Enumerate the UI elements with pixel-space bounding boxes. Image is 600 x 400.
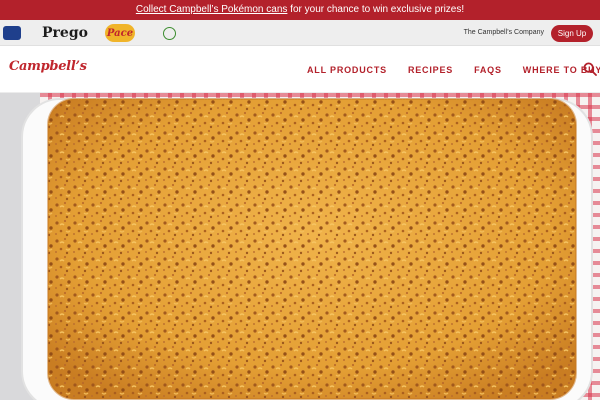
promo-text: for your chance to win exclusive prizes! [287,4,465,15]
nav-faqs[interactable]: FAQS [474,65,502,75]
v8-logo-mark [162,26,176,40]
sign-up-button[interactable]: Sign Up [551,25,593,42]
main-nav: Campbell’s ALL PRODUCTS RECIPES FAQS WHE… [0,46,600,93]
search-icon[interactable] [583,62,597,76]
swanson-logo-mark [3,26,21,40]
hero-image [0,93,600,400]
prego-logo[interactable]: Prego [40,20,90,46]
v8-logo[interactable] [160,20,178,46]
campbells-logo[interactable]: Campbell’s [9,59,87,74]
promo-link[interactable]: Collect Campbell’s Pokémon cans [136,4,288,15]
nav-recipes[interactable]: RECIPES [408,65,453,75]
mac-and-cheese-photo [0,93,600,400]
promo-banner: Collect Campbell’s Pokémon cans for your… [0,0,600,20]
prego-logo-text: Prego [42,25,88,41]
nav-all-products[interactable]: ALL PRODUCTS [307,65,387,75]
brand-strip: Prego Pace The Campbell’s Company Sign U… [0,20,600,46]
swanson-logo[interactable] [0,20,24,46]
pace-logo-text: Pace [106,27,134,39]
nav-links: ALL PRODUCTS RECIPES FAQS WHERE TO BUY [307,46,600,93]
pace-logo[interactable]: Pace [102,20,138,46]
pace-logo-badge: Pace [105,24,135,42]
company-link[interactable]: The Campbell’s Company [464,20,544,46]
